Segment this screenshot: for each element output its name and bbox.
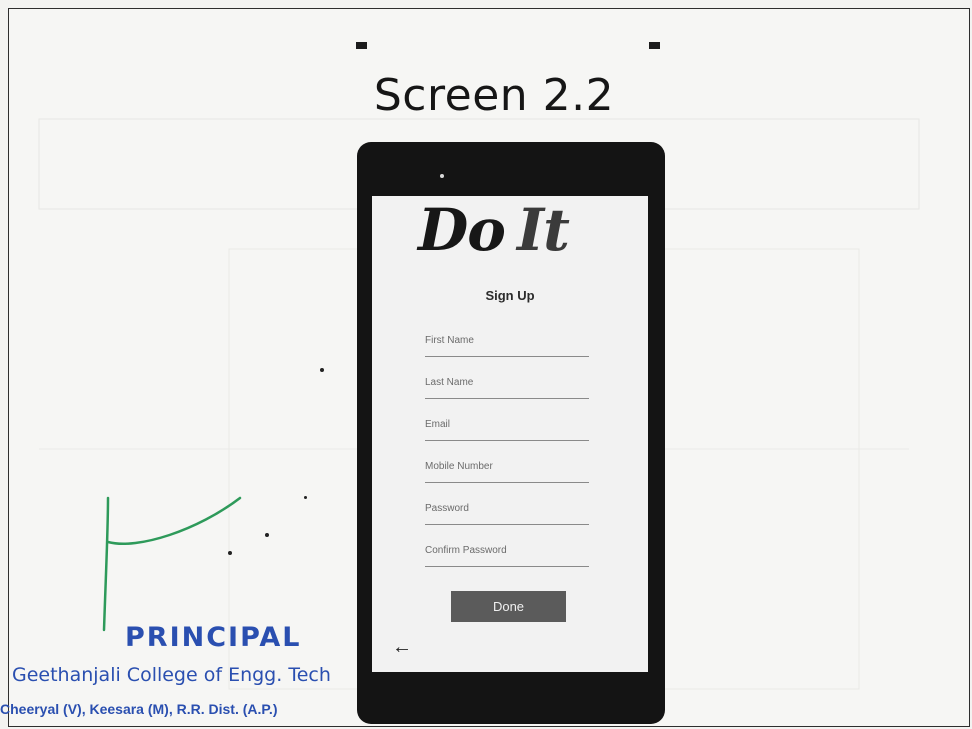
first-name-field[interactable]: First Name xyxy=(425,332,589,357)
app-logo: Do It xyxy=(418,196,570,264)
slide-title: Screen 2.2 xyxy=(373,70,615,121)
confirm-password-field[interactable]: Confirm Password xyxy=(425,542,589,567)
stamp-college: Geethanjali College of Engg. Tech xyxy=(12,664,331,686)
speck xyxy=(320,368,324,372)
email-field[interactable]: Email xyxy=(425,416,589,441)
speck xyxy=(265,533,269,537)
logo-text-it: It xyxy=(516,196,570,264)
signup-heading: Sign Up xyxy=(485,288,535,303)
email-label: Email xyxy=(425,419,451,430)
stamp-title: PRINCIPAL xyxy=(125,622,302,653)
scan-mark xyxy=(649,42,660,49)
logo-text-do: Do xyxy=(418,196,506,264)
last-name-label: Last Name xyxy=(425,377,474,388)
confirm-password-label: Confirm Password xyxy=(425,545,507,556)
speck xyxy=(228,551,232,555)
password-label: Password xyxy=(425,503,469,514)
mobile-number-field[interactable]: Mobile Number xyxy=(425,458,589,483)
stamp-address: Cheeryal (V), Keesara (M), R.R. Dist. (A… xyxy=(0,701,278,717)
back-arrow-icon[interactable]: ← xyxy=(392,636,412,659)
speck xyxy=(304,496,307,499)
scan-mark xyxy=(356,42,367,49)
phone-speaker xyxy=(440,174,444,178)
last-name-field[interactable]: Last Name xyxy=(425,374,589,399)
mobile-number-label: Mobile Number xyxy=(425,461,493,472)
phone-frame: Do It Sign Up First Name Last Name Email … xyxy=(357,142,665,724)
signup-form: First Name Last Name Email Mobile Number… xyxy=(425,332,589,584)
app-screen: Do It Sign Up First Name Last Name Email … xyxy=(372,196,648,672)
signature-mark xyxy=(102,496,242,632)
first-name-label: First Name xyxy=(425,335,474,346)
done-button[interactable]: Done xyxy=(451,591,566,622)
password-field[interactable]: Password xyxy=(425,500,589,525)
